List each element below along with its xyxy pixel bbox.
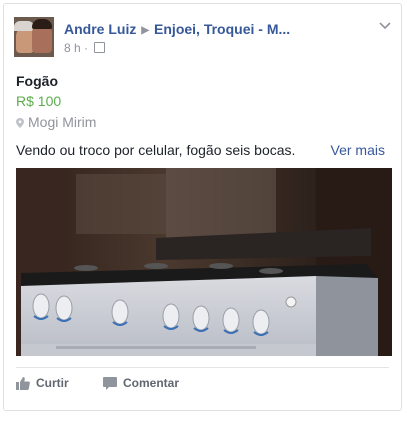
comment-icon	[103, 376, 117, 390]
chevron-down-icon[interactable]	[379, 19, 391, 33]
author-name[interactable]: Andre Luiz	[64, 21, 136, 37]
post-header: Andre Luiz ▶ Enjoei, Troquei - M... 8 h ·	[14, 13, 391, 57]
group-name[interactable]: Enjoei, Troquei - M...	[154, 21, 290, 37]
listing-description: Vendo ou troco por celular, fogão seis b…	[16, 142, 296, 158]
post-time[interactable]: 8 h	[64, 41, 81, 55]
post-actions: Curtir Comentar	[16, 367, 389, 398]
post-author-line: Andre Luiz ▶ Enjoei, Troquei - M...	[64, 21, 290, 37]
like-button[interactable]: Curtir	[16, 376, 69, 390]
avatar[interactable]	[14, 17, 54, 57]
play-arrow-icon: ▶	[141, 25, 150, 36]
see-more-link[interactable]: Ver mais	[331, 142, 385, 158]
post-meta: 8 h ·	[64, 41, 106, 55]
listing-price: R$ 100	[16, 93, 62, 109]
listing-title: Fogão	[16, 73, 58, 89]
like-label: Curtir	[36, 376, 69, 390]
location-text: Mogi Mirim	[28, 114, 97, 130]
meta-separator: ·	[84, 41, 89, 55]
thumbs-up-icon	[16, 376, 30, 390]
post-card: Andre Luiz ▶ Enjoei, Troquei - M... 8 h · …	[3, 3, 402, 411]
comment-button[interactable]: Comentar	[103, 376, 179, 390]
comment-label: Comentar	[123, 376, 180, 390]
map-pin-icon	[16, 118, 24, 128]
group-icon	[94, 42, 106, 53]
listing-location: Mogi Mirim	[16, 114, 96, 130]
listing-photo[interactable]	[16, 168, 392, 356]
